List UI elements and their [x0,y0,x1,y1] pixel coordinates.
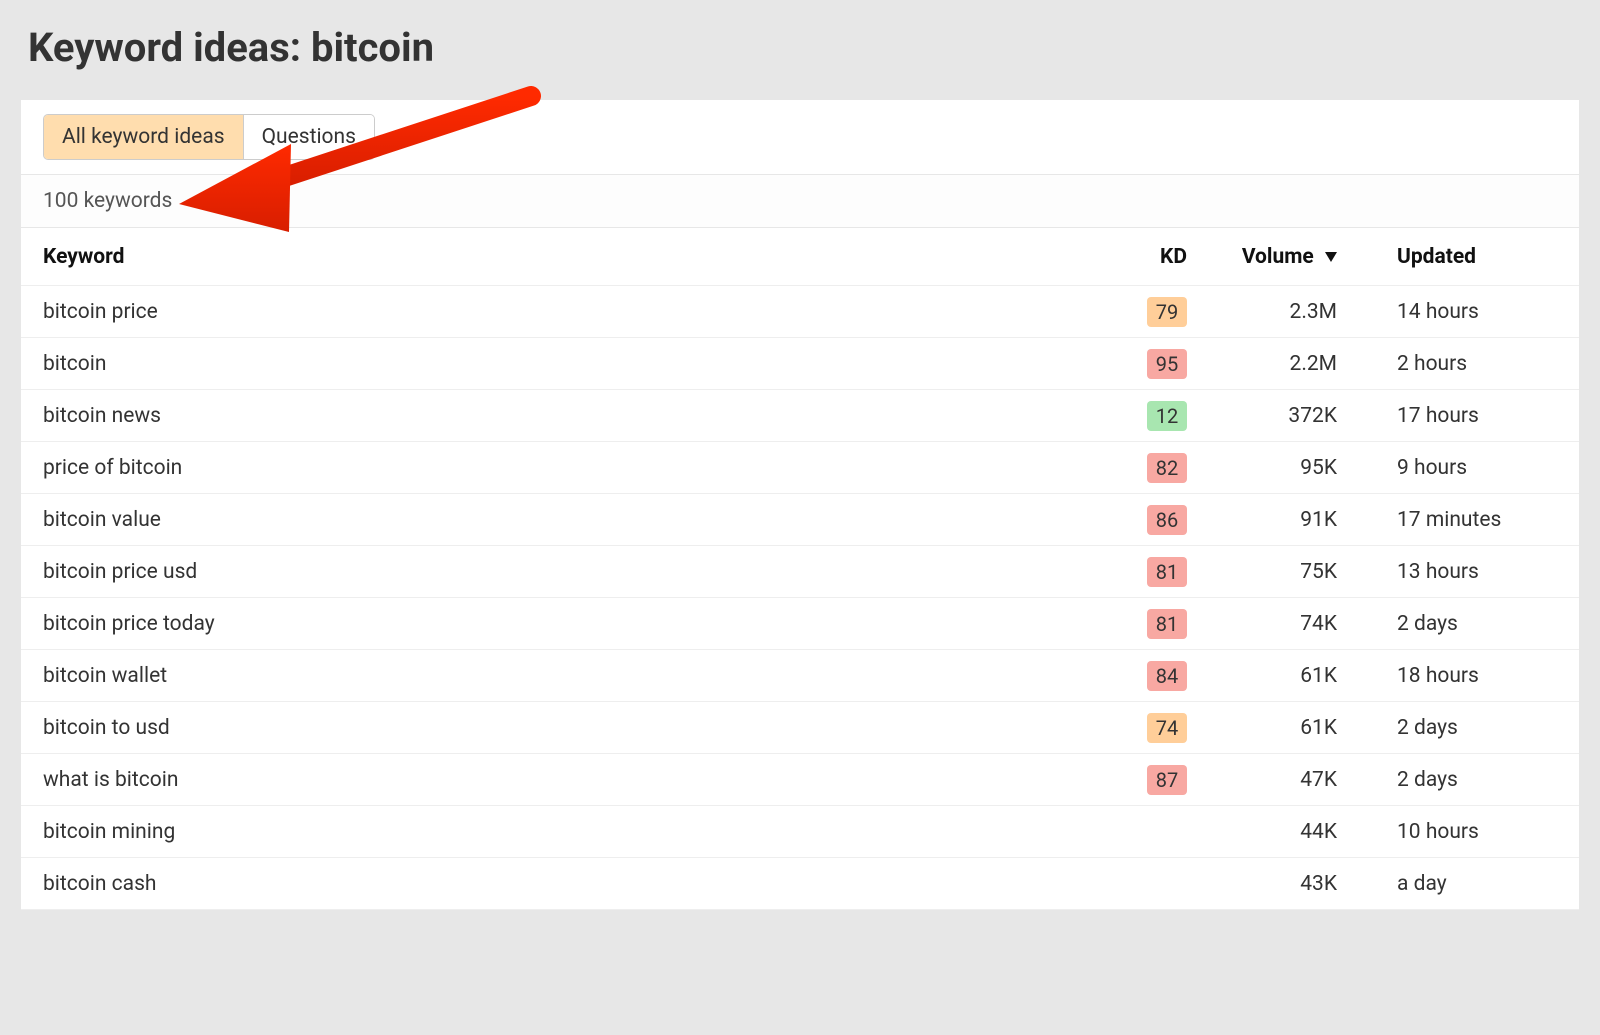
cell-updated: 2 days [1357,768,1557,792]
col-header-keyword[interactable]: Keyword [43,245,1067,269]
cell-keyword[interactable]: price of bitcoin [43,456,1067,480]
kd-badge: 86 [1147,505,1187,535]
table-header-row: Keyword KD Volume Updated [21,228,1579,286]
cell-updated: a day [1357,872,1557,896]
cell-volume: 95K [1187,456,1357,480]
cell-keyword[interactable]: bitcoin cash [43,872,1067,896]
cell-keyword[interactable]: bitcoin news [43,404,1067,428]
cell-keyword[interactable]: what is bitcoin [43,768,1067,792]
cell-updated: 2 hours [1357,352,1557,376]
page-title: Keyword ideas: bitcoin [0,0,1600,99]
table-row[interactable]: bitcoin price usd 8175K13 hours [21,546,1579,598]
cell-kd: 87 [1067,765,1187,795]
cell-volume: 2.3M [1187,300,1357,324]
cell-updated: 9 hours [1357,456,1557,480]
cell-updated: 13 hours [1357,560,1557,584]
tab-row: All keyword ideas Questions [21,100,1579,175]
col-header-kd[interactable]: KD [1067,245,1187,269]
keyword-ideas-panel: All keyword ideas Questions 100 keywords… [20,99,1580,911]
cell-keyword[interactable]: bitcoin mining [43,820,1067,844]
table-row[interactable]: bitcoin mining 44K10 hours [21,806,1579,858]
col-header-volume-label: Volume [1242,245,1314,269]
cell-kd: 12 [1067,401,1187,431]
cell-volume: 44K [1187,820,1357,844]
cell-keyword[interactable]: bitcoin price today [43,612,1067,636]
cell-volume: 61K [1187,716,1357,740]
cell-volume: 61K [1187,664,1357,688]
cell-kd: 84 [1067,661,1187,691]
table-row[interactable]: what is bitcoin 8747K2 days [21,754,1579,806]
table-row[interactable]: bitcoin 952.2M2 hours [21,338,1579,390]
table-row[interactable]: bitcoin news 12372K17 hours [21,390,1579,442]
kd-badge: 81 [1147,609,1187,639]
kd-badge: 95 [1147,349,1187,379]
cell-keyword[interactable]: bitcoin price [43,300,1067,324]
tab-questions[interactable]: Questions [243,115,374,159]
cell-volume: 2.2M [1187,352,1357,376]
table-row[interactable]: price of bitcoin 8295K9 hours [21,442,1579,494]
kd-badge: 79 [1147,297,1187,327]
cell-updated: 10 hours [1357,820,1557,844]
keyword-table: Keyword KD Volume Updated bitcoin price 7… [21,228,1579,910]
col-header-volume[interactable]: Volume [1187,245,1357,269]
cell-kd: 95 [1067,349,1187,379]
cell-updated: 18 hours [1357,664,1557,688]
cell-kd: 79 [1067,297,1187,327]
cell-volume: 74K [1187,612,1357,636]
cell-kd: 81 [1067,609,1187,639]
cell-updated: 2 days [1357,612,1557,636]
cell-keyword[interactable]: bitcoin value [43,508,1067,532]
table-row[interactable]: bitcoin price today 8174K2 days [21,598,1579,650]
kd-badge: 84 [1147,661,1187,691]
table-row[interactable]: bitcoin to usd 7461K2 days [21,702,1579,754]
cell-keyword[interactable]: bitcoin wallet [43,664,1067,688]
kd-badge: 74 [1147,713,1187,743]
sort-desc-icon [1325,245,1337,269]
tab-all-keyword-ideas[interactable]: All keyword ideas [44,115,243,159]
kd-badge: 82 [1147,453,1187,483]
table-row[interactable]: bitcoin wallet 8461K18 hours [21,650,1579,702]
cell-kd: 81 [1067,557,1187,587]
col-header-updated[interactable]: Updated [1357,245,1557,269]
cell-volume: 91K [1187,508,1357,532]
cell-volume: 75K [1187,560,1357,584]
tab-group: All keyword ideas Questions [43,114,375,160]
cell-updated: 2 days [1357,716,1557,740]
cell-kd: 74 [1067,713,1187,743]
table-row[interactable]: bitcoin price 792.3M14 hours [21,286,1579,338]
table-row[interactable]: bitcoin value 8691K17 minutes [21,494,1579,546]
cell-updated: 17 minutes [1357,508,1557,532]
cell-updated: 17 hours [1357,404,1557,428]
cell-keyword[interactable]: bitcoin to usd [43,716,1067,740]
cell-volume: 43K [1187,872,1357,896]
cell-updated: 14 hours [1357,300,1557,324]
cell-keyword[interactable]: bitcoin price usd [43,560,1067,584]
cell-volume: 47K [1187,768,1357,792]
cell-kd: 86 [1067,505,1187,535]
cell-keyword[interactable]: bitcoin [43,352,1067,376]
keyword-count: 100 keywords [21,175,1579,228]
kd-badge: 12 [1147,401,1187,431]
kd-badge: 81 [1147,557,1187,587]
cell-volume: 372K [1187,404,1357,428]
cell-kd: 82 [1067,453,1187,483]
table-row[interactable]: bitcoin cash 43Ka day [21,858,1579,910]
kd-badge: 87 [1147,765,1187,795]
